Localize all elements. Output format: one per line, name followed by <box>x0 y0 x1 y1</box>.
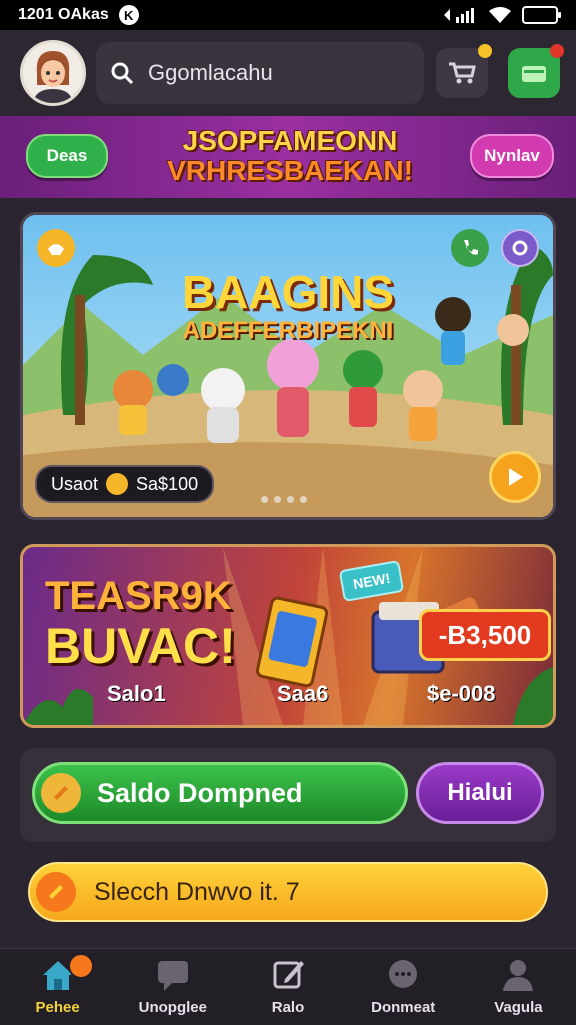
avatar[interactable] <box>20 40 86 106</box>
status-bar: 1201 OAkas K <box>0 0 576 30</box>
user-icon <box>503 960 534 991</box>
primary-action-button[interactable]: Saldo Dompned <box>32 762 408 824</box>
promo-title-line2: VRHRESBAEKAN! <box>167 155 413 186</box>
promo-title: JSOPFAMEONN VRHRESBAEKAN! <box>150 126 430 186</box>
play-button[interactable] <box>489 451 541 503</box>
nav-label: Pehee <box>35 999 80 1016</box>
carousel-dot[interactable] <box>261 496 268 503</box>
deal-label-3: $e-008 <box>427 681 496 706</box>
hero-pill-label: Usaot <box>51 473 99 494</box>
wallet-icon <box>522 66 546 82</box>
deal-title-line1: TEASR9K <box>45 574 232 618</box>
primary-action-label: Saldo Dompned <box>97 777 303 808</box>
ticket-icon <box>41 773 81 813</box>
nav-label: Ralo <box>271 999 305 1016</box>
status-time: 1201 OAkas <box>18 6 109 23</box>
nav-label: Vagula <box>494 999 543 1016</box>
bottom-nav: Pehee Unopglee Ralo Donmeat Vagula <box>0 948 576 1025</box>
battery-icon <box>522 6 561 24</box>
phone-icon[interactable] <box>451 229 489 267</box>
new-badge-text: NEW! <box>351 569 392 593</box>
search-icon <box>111 62 134 85</box>
price-text: -B3,500 <box>438 619 532 650</box>
chat-icon <box>157 961 188 991</box>
hero-banner[interactable]: BAAGINS ADEFFERBIPEKNI Usaot Sa$100 <box>20 212 556 520</box>
deal-card[interactable]: TEASR9K BUVAC! NEW! -B3,500 Salo1 Saa6 $… <box>20 544 556 728</box>
play-pill[interactable]: Nynlav <box>470 134 554 178</box>
deals-pill[interactable]: Deas <box>26 134 108 178</box>
search-bar[interactable]: Ggomlacahu <box>96 42 424 104</box>
promo-strip: Deas JSOPFAMEONN VRHRESBAEKAN! Nynlav <box>0 116 576 198</box>
price-tag[interactable]: -B3,500 <box>419 609 551 661</box>
nav-item-chat[interactable]: Unopglee <box>115 949 230 1025</box>
promo-title-line1: JSOPFAMEONN <box>182 125 398 156</box>
deal-title-line2: BUVAC! <box>45 618 236 674</box>
nav-item-support[interactable]: Donmeat <box>346 949 461 1025</box>
wifi-icon <box>489 7 511 23</box>
cart-icon <box>449 62 476 84</box>
search-text: Ggomlacahu <box>148 60 273 85</box>
deal-label-1: Salo1 <box>107 681 166 706</box>
cart-badge <box>478 44 492 58</box>
home-badge <box>68 953 94 979</box>
support-icon <box>389 960 418 988</box>
tertiary-action-label: Slecch Dnwvo it. 7 <box>94 877 300 906</box>
nav-item-profile[interactable]: Vagula <box>461 949 576 1025</box>
hero-title: BAAGINS ADEFFERBIPEKNI <box>23 267 553 345</box>
nav-label: Donmeat <box>371 999 436 1016</box>
hero-pill-value: Sa$100 <box>136 473 199 494</box>
nav-label: Unopglee <box>138 999 207 1016</box>
notification-icon: K <box>118 5 139 25</box>
header: Ggomlacahu <box>0 30 576 116</box>
coin-icon <box>106 473 129 495</box>
nav-item-edit[interactable]: Ralo <box>230 949 345 1025</box>
carousel-dot[interactable] <box>274 496 281 503</box>
ticket-icon <box>36 872 76 912</box>
edit-icon <box>273 961 304 989</box>
tertiary-action-button[interactable]: Slecch Dnwvo it. 7 <box>28 862 548 922</box>
hero-title-line1: BAAGINS <box>181 266 395 318</box>
signal-icon <box>444 8 474 23</box>
settings-icon[interactable] <box>501 229 539 267</box>
deals-pill-label: Deas <box>46 146 88 165</box>
cart-button[interactable] <box>436 44 492 98</box>
action-row: Saldo Dompned Hialui <box>20 748 556 842</box>
deal-label-2: Saa6 <box>277 681 329 706</box>
hero-balance-pill[interactable]: Usaot Sa$100 <box>35 465 215 503</box>
wallet-button[interactable] <box>508 44 564 98</box>
wallet-badge <box>550 44 564 58</box>
nav-item-home[interactable]: Pehee <box>0 949 115 1025</box>
secondary-action-button[interactable]: Hialui <box>416 762 544 824</box>
carousel-dot[interactable] <box>287 496 294 503</box>
deal-title: TEASR9K BUVAC! <box>45 571 236 671</box>
hero-title-line2: ADEFFERBIPEKNI <box>182 317 394 344</box>
play-pill-label: Nynlav <box>484 146 540 165</box>
carousel-dot[interactable] <box>300 496 307 503</box>
avatar-image <box>33 51 73 103</box>
play-icon <box>509 468 523 486</box>
hero-badge-icon[interactable] <box>37 229 75 267</box>
carousel-dots[interactable] <box>261 496 307 503</box>
secondary-action-label: Hialui <box>447 779 513 806</box>
